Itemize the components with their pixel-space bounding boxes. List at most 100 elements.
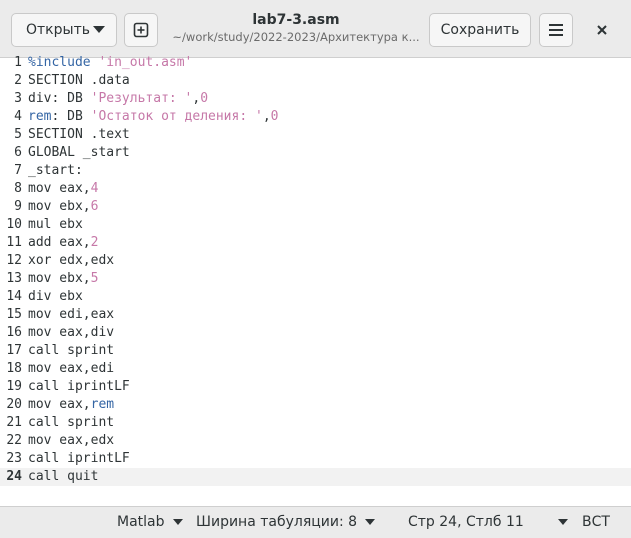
code-text: mov edi,eax — [28, 306, 114, 324]
code-line[interactable]: 15 mov edi,eax — [0, 306, 631, 324]
code-text: mov eax,div — [28, 324, 114, 342]
code-line[interactable]: 16 mov eax,div — [0, 324, 631, 342]
code-token: SECTION .data — [28, 73, 130, 88]
code-token: 'Остаток от деления: ' — [90, 109, 263, 124]
cursor-position-selector[interactable]: Стр 24, Стлб 11 — [408, 514, 568, 530]
chevron-down-icon — [172, 519, 183, 525]
code-text: add eax,2 — [28, 234, 98, 252]
language-selector[interactable]: Matlab — [117, 514, 183, 530]
code-token: mov eax, — [28, 181, 91, 196]
code-token: mov eax,edi — [28, 361, 115, 376]
insert-mode-label: ВСТ — [582, 514, 610, 530]
code-text: mov eax,4 — [28, 180, 98, 198]
code-text: call iprintLF — [28, 450, 130, 468]
code-text: mul ebx — [28, 216, 83, 234]
code-token: add eax, — [28, 235, 91, 250]
code-text: GLOBAL _start — [28, 144, 130, 162]
code-text: call sprint — [28, 342, 114, 360]
code-text: SECTION .text — [28, 126, 130, 144]
code-token: GLOBAL _start — [28, 145, 130, 160]
code-text: mov ebx,6 — [28, 198, 98, 216]
code-line[interactable]: 18 mov eax,edi — [0, 360, 631, 378]
menu-button[interactable] — [539, 13, 573, 47]
line-number: 12 — [6, 253, 22, 268]
line-number: 21 — [6, 415, 22, 430]
code-editor[interactable]: 1 %include 'in_out.asm' 2 SECTION .data 3 div… — [0, 55, 631, 506]
code-line[interactable]: 17 call sprint — [0, 342, 631, 360]
open-button-label: Открыть — [26, 22, 90, 38]
code-line[interactable]: 24 call quit — [0, 468, 631, 486]
code-line[interactable]: 8 mov eax,4 — [0, 180, 631, 198]
code-text: mov ebx,5 — [28, 270, 98, 288]
line-number: 9 — [14, 199, 22, 214]
line-number: 1 — [14, 55, 22, 70]
code-text: call quit — [28, 468, 98, 486]
code-line[interactable]: 11 add eax,2 — [0, 234, 631, 252]
code-line[interactable]: 10 mul ebx — [0, 216, 631, 234]
code-line[interactable]: 13 mov ebx,5 — [0, 270, 631, 288]
chevron-down-icon — [93, 26, 105, 33]
new-tab-button[interactable] — [124, 13, 158, 47]
line-number: 4 — [14, 109, 22, 124]
line-number: 7 — [14, 163, 22, 178]
code-token: call iprintLF — [28, 451, 130, 466]
code-line[interactable]: 3 div: DB 'Результат: ',0 — [0, 90, 631, 108]
code-token: mul ebx — [28, 217, 83, 232]
code-text: %include 'in_out.asm' — [28, 54, 192, 72]
code-token: call iprintLF — [28, 379, 130, 394]
code-token: mov edi,eax — [28, 307, 115, 322]
code-line[interactable]: 7 _start: — [0, 162, 631, 180]
code-line[interactable]: 5 SECTION .text — [0, 126, 631, 144]
code-token: 4 — [90, 181, 99, 196]
plus-square-icon — [133, 22, 149, 38]
code-token: 2 — [90, 235, 99, 250]
line-number: 8 — [14, 181, 22, 196]
code-token: : DB — [51, 109, 91, 124]
code-text: xor edx,edx — [28, 252, 114, 270]
code-token: mov eax, — [28, 397, 91, 412]
line-number: 18 — [6, 361, 22, 376]
code-line[interactable]: 2 SECTION .data — [0, 72, 631, 90]
open-button[interactable]: Открыть — [11, 13, 117, 47]
line-number: 24 — [6, 469, 22, 484]
window-title-block: lab7-3.asm ~/work/study/2022-2023/Архите… — [170, 11, 422, 45]
language-label: Matlab — [117, 514, 165, 530]
code-text: mov eax,edx — [28, 432, 114, 450]
code-line[interactable]: 6 GLOBAL _start — [0, 144, 631, 162]
code-line[interactable]: 4 rem: DB 'Остаток от деления: ',0 — [0, 108, 631, 126]
code-token: mov ebx, — [28, 271, 91, 286]
tab-width-selector[interactable]: Ширина табуляции: 8 — [196, 514, 376, 530]
line-number: 17 — [6, 343, 22, 358]
close-button[interactable] — [590, 18, 614, 42]
code-line[interactable]: 9 mov ebx,6 — [0, 198, 631, 216]
save-button-label: Сохранить — [440, 22, 520, 38]
code-line[interactable]: 22 mov eax,edx — [0, 432, 631, 450]
code-token: mov ebx, — [28, 199, 91, 214]
window-title: lab7-3.asm — [252, 12, 340, 28]
code-token: _start: — [28, 163, 83, 178]
save-button[interactable]: Сохранить — [429, 13, 531, 47]
code-token: 'in_out.asm' — [98, 55, 193, 70]
line-number: 16 — [6, 325, 22, 340]
code-token: rem — [28, 109, 52, 124]
code-token: mov eax,div — [28, 325, 115, 340]
code-line[interactable]: 20 mov eax,rem — [0, 396, 631, 414]
code-line[interactable]: 23 call iprintLF — [0, 450, 631, 468]
code-token: call sprint — [28, 415, 115, 430]
code-token: call sprint — [28, 343, 115, 358]
close-icon — [597, 25, 607, 35]
code-token: div ebx — [28, 289, 83, 304]
chevron-down-icon — [365, 519, 376, 525]
code-line[interactable]: 12 xor edx,edx — [0, 252, 631, 270]
code-line[interactable]: 21 call sprint — [0, 414, 631, 432]
code-token: %include — [28, 55, 99, 70]
line-number: 22 — [6, 433, 22, 448]
code-line[interactable]: 1 %include 'in_out.asm' — [0, 54, 631, 72]
line-number: 23 — [6, 451, 22, 466]
insert-mode-indicator[interactable]: ВСТ — [582, 514, 610, 530]
line-number: 15 — [6, 307, 22, 322]
code-line[interactable]: 14 div ebx — [0, 288, 631, 306]
code-line[interactable]: 19 call iprintLF — [0, 378, 631, 396]
line-number: 10 — [6, 217, 22, 232]
chevron-down-icon — [557, 519, 568, 525]
